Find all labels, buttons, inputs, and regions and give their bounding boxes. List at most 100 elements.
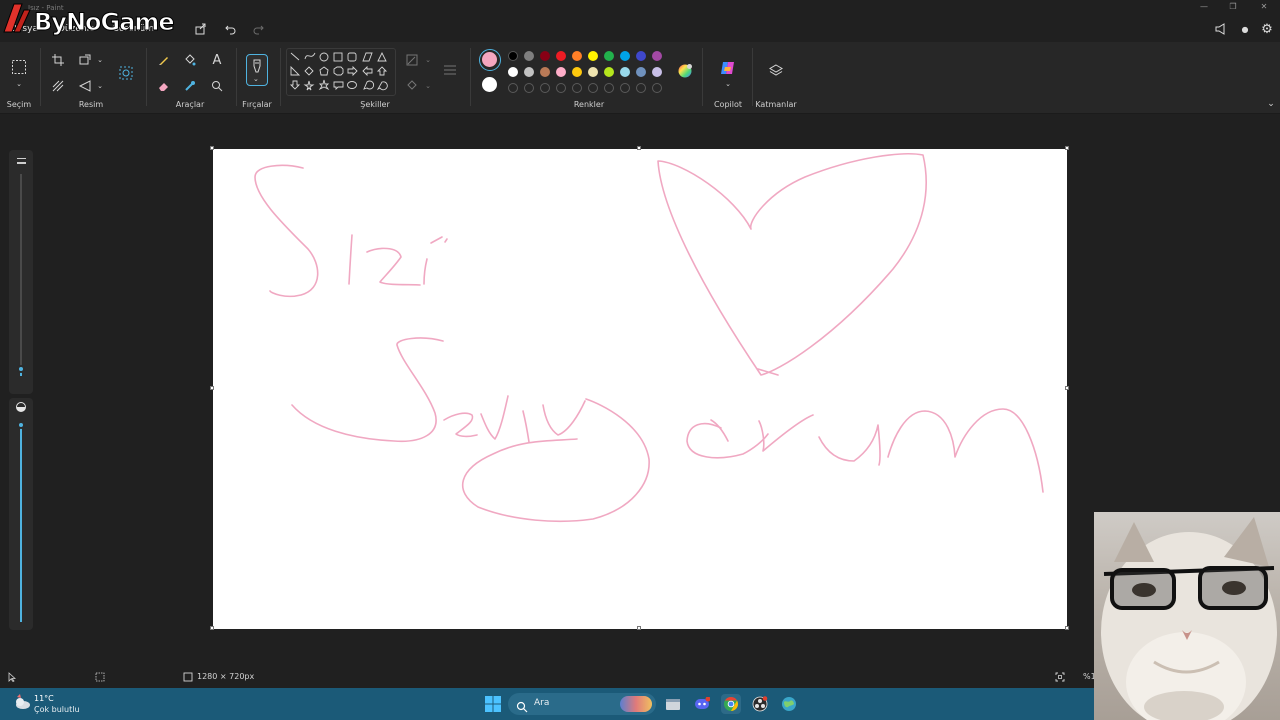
resize-handle-top-left[interactable] <box>210 146 214 150</box>
resize-chevron-icon[interactable]: ⌄ <box>92 52 108 68</box>
color-swatch[interactable] <box>556 51 566 61</box>
ribbon-expand-chevron-icon[interactable]: ⌄ <box>1263 96 1279 112</box>
settings-gear-icon[interactable]: ⚙ <box>1258 20 1276 38</box>
handwriting-heart <box>657 153 927 376</box>
color-swatch[interactable] <box>604 67 614 77</box>
custom-color-slot[interactable] <box>508 83 518 93</box>
color-swatch[interactable] <box>572 51 582 61</box>
color-swatch[interactable] <box>524 67 534 77</box>
custom-color-slot[interactable] <box>652 83 662 93</box>
custom-color-slot[interactable] <box>588 83 598 93</box>
account-icon[interactable]: ● <box>1236 20 1254 38</box>
undo-icon[interactable] <box>222 20 240 38</box>
custom-color-slot[interactable] <box>540 83 550 93</box>
taskbar-search-box[interactable]: Ara <box>508 693 656 715</box>
opacity-slider[interactable] <box>9 398 33 630</box>
color-swatch[interactable] <box>620 67 630 77</box>
group-label-copilot: Copilot <box>713 100 743 109</box>
maximize-button[interactable]: ❐ <box>1226 2 1240 12</box>
color-swatch[interactable] <box>540 67 550 77</box>
layers-icon[interactable] <box>767 62 785 80</box>
handwriting-stroke <box>254 164 319 298</box>
ribbon-divider <box>702 48 703 106</box>
copilot-chevron-icon[interactable]: ⌄ <box>720 76 736 92</box>
obs-icon[interactable] <box>750 694 770 714</box>
select-dropdown-chevron-icon[interactable]: ⌄ <box>11 76 27 92</box>
resize-handle-top-right[interactable] <box>1065 146 1069 150</box>
resize-handle-bottom-right[interactable] <box>1065 626 1069 630</box>
color-swatch[interactable] <box>588 67 598 77</box>
custom-color-slot[interactable] <box>604 83 614 93</box>
custom-color-slot[interactable] <box>572 83 582 93</box>
secondary-color-swatch[interactable] <box>482 77 497 92</box>
custom-color-slot[interactable] <box>556 83 566 93</box>
edit-colors-icon[interactable] <box>676 62 694 80</box>
color-swatch[interactable] <box>636 51 646 61</box>
opacity-slider-thumb[interactable] <box>17 421 25 429</box>
text-tool-icon[interactable]: A <box>209 52 225 68</box>
brush-size-slider[interactable] <box>9 150 33 394</box>
select-all-icon[interactable] <box>50 78 66 94</box>
magnifier-icon[interactable] <box>209 78 225 94</box>
close-button[interactable]: ✕ <box>1257 2 1271 12</box>
color-swatch[interactable] <box>540 51 550 61</box>
resize-handle-top[interactable] <box>637 146 641 150</box>
resize-handle-bottom[interactable] <box>637 626 641 630</box>
outline-chevron-icon[interactable]: ⌄ <box>420 52 436 68</box>
weather-icon[interactable] <box>12 693 32 713</box>
file-explorer-icon[interactable] <box>663 694 683 714</box>
size-slider-thumb[interactable] <box>17 365 25 373</box>
primary-color-button[interactable] <box>479 49 501 71</box>
color-swatch[interactable] <box>636 67 646 77</box>
color-swatch[interactable] <box>508 51 518 61</box>
color-swatch[interactable] <box>620 51 630 61</box>
color-swatch[interactable] <box>524 51 534 61</box>
color-swatch[interactable] <box>508 67 518 77</box>
minimize-button[interactable]: — <box>1197 2 1211 12</box>
brush-selector-button[interactable]: ⌄ <box>246 54 268 86</box>
color-picker-icon[interactable] <box>182 78 198 94</box>
redo-icon[interactable] <box>249 20 267 38</box>
rotate-icon[interactable] <box>77 78 93 94</box>
resize-icon[interactable] <box>77 52 93 68</box>
feedback-icon[interactable] <box>1212 20 1230 38</box>
fill-chevron-icon[interactable]: ⌄ <box>420 78 436 94</box>
group-label-tools: Araçlar <box>175 100 205 109</box>
shape-fill-icon[interactable] <box>404 78 420 94</box>
size-track <box>20 174 22 369</box>
color-swatch[interactable] <box>604 51 614 61</box>
chrome-icon[interactable] <box>721 694 741 714</box>
resize-handle-left[interactable] <box>210 386 214 390</box>
group-label-colors: Renkler <box>573 100 605 109</box>
resize-handle-right[interactable] <box>1065 386 1069 390</box>
custom-color-slot[interactable] <box>524 83 534 93</box>
globe-app-icon[interactable] <box>779 694 799 714</box>
opacity-track-fill <box>20 424 22 622</box>
copilot-icon[interactable] <box>718 58 738 78</box>
select-rectangle-icon[interactable] <box>10 58 28 76</box>
color-swatch[interactable] <box>556 67 566 77</box>
crop-icon[interactable] <box>50 52 66 68</box>
search-icon <box>516 698 528 713</box>
rotate-chevron-icon[interactable]: ⌄ <box>92 78 108 94</box>
custom-color-slot[interactable] <box>636 83 646 93</box>
pencil-icon[interactable] <box>156 52 172 68</box>
handwriting-stroke <box>443 412 478 438</box>
color-swatch[interactable] <box>588 51 598 61</box>
fit-to-window-icon[interactable] <box>1055 672 1065 682</box>
color-swatch[interactable] <box>652 67 662 77</box>
resize-handle-bottom-left[interactable] <box>210 626 214 630</box>
fill-bucket-icon[interactable] <box>182 52 198 68</box>
color-swatch[interactable] <box>572 67 582 77</box>
discord-icon[interactable] <box>692 694 712 714</box>
webcam-overlay-cat-with-glasses <box>1094 512 1280 720</box>
custom-color-slot[interactable] <box>620 83 630 93</box>
eraser-icon[interactable] <box>156 78 172 94</box>
drawing-canvas[interactable] <box>210 146 1069 630</box>
color-swatch[interactable] <box>652 51 662 61</box>
ribbon-divider <box>146 48 147 106</box>
image-background-icon[interactable] <box>117 64 135 82</box>
shape-outline-icon[interactable] <box>404 52 420 68</box>
line-size-icon[interactable] <box>442 62 458 78</box>
start-button[interactable] <box>483 694 503 714</box>
